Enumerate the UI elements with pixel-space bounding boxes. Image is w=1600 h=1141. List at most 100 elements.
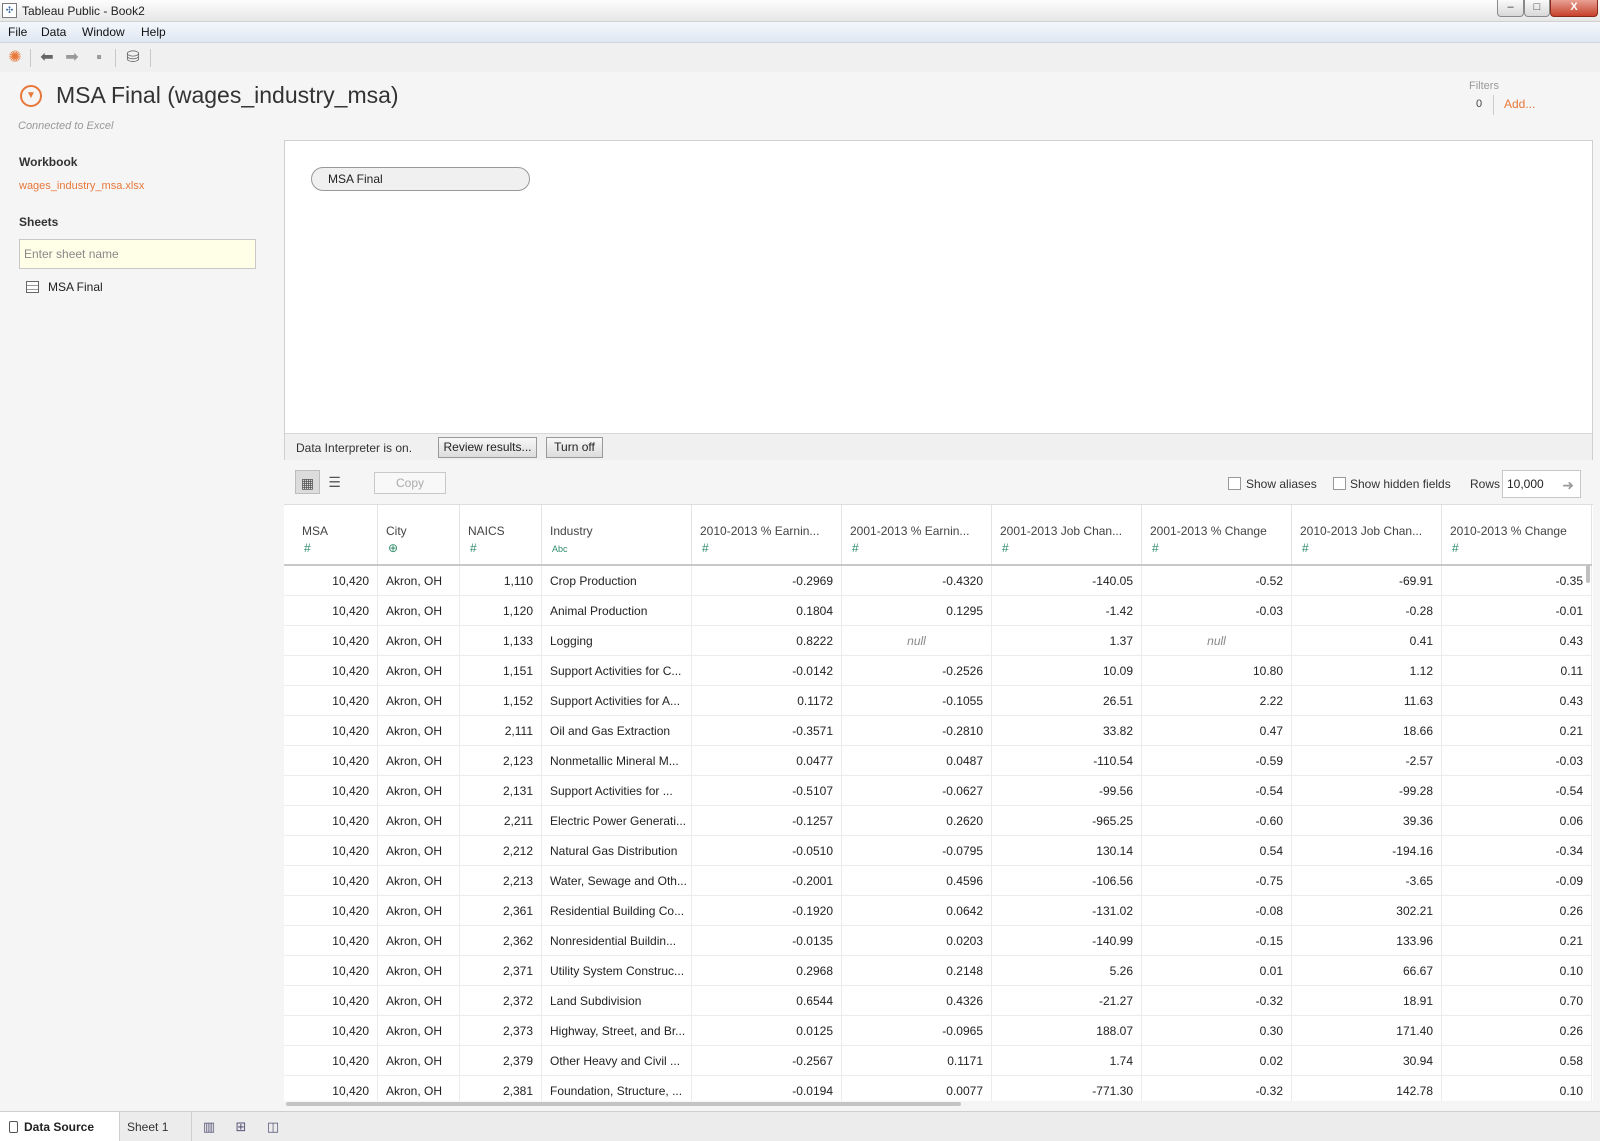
- vertical-scrollbar[interactable]: [1586, 565, 1590, 583]
- table-cell: 0.43: [1442, 626, 1592, 656]
- sheet-list-item[interactable]: MSA Final: [26, 278, 256, 298]
- show-hidden-fields-checkbox[interactable]: [1333, 477, 1346, 490]
- table-cell: 10,420: [294, 1076, 378, 1104]
- table-row[interactable]: 10,420 Akron, OH 2,361 Residential Building…: [284, 896, 1592, 926]
- new-worksheet-icon[interactable]: ▥: [200, 1119, 218, 1135]
- close-button[interactable]: X: [1550, 0, 1598, 17]
- column-header[interactable]: Industry Abc: [542, 505, 692, 564]
- number-type-icon[interactable]: #: [1002, 541, 1009, 555]
- table-row[interactable]: 10,420 Akron, OH 1,110 Crop Production -0.29…: [284, 566, 1592, 596]
- table-row[interactable]: 10,420 Akron, OH 2,381 Foundation, Structur…: [284, 1076, 1592, 1104]
- table-cell: 10,420: [294, 746, 378, 776]
- number-type-icon[interactable]: #: [852, 541, 859, 555]
- column-header[interactable]: 2010-2013 % Change #: [1442, 505, 1592, 564]
- review-results-button[interactable]: Review results...: [438, 437, 537, 458]
- datasource-title[interactable]: MSA Final (wages_industry_msa): [56, 82, 399, 109]
- column-header[interactable]: 2010-2013 % Earnin... #: [692, 505, 842, 564]
- new-story-icon[interactable]: ◫: [264, 1119, 282, 1135]
- table-row[interactable]: 10,420 Akron, OH 1,133 Logging 0.8222 null 1.3…: [284, 626, 1592, 656]
- table-row[interactable]: 10,420 Akron, OH 2,123 Nonmetallic Mineral …: [284, 746, 1592, 776]
- table-cell: 10,420: [294, 1046, 378, 1076]
- new-data-source-icon[interactable]: ⛁: [123, 48, 143, 68]
- table-row[interactable]: 10,420 Akron, OH 2,373 Highway, Street, and…: [284, 1016, 1592, 1046]
- show-aliases-checkbox[interactable]: [1228, 477, 1241, 490]
- table-row[interactable]: 10,420 Akron, OH 1,151 Support Activities f…: [284, 656, 1592, 686]
- forward-arrow-icon[interactable]: ➡: [62, 48, 82, 68]
- join-canvas[interactable]: MSA Final Data Interpreter is on. Review…: [284, 140, 1593, 460]
- table-cell: 10.80: [1142, 656, 1292, 686]
- column-header[interactable]: 2010-2013 Job Chan... #: [1292, 505, 1442, 564]
- tab-sheet-1[interactable]: Sheet 1: [120, 1112, 192, 1141]
- table-row[interactable]: 10,420 Akron, OH 2,213 Water, Sewage and Ot…: [284, 866, 1592, 896]
- number-type-icon[interactable]: #: [1152, 541, 1159, 555]
- tableau-logo-icon[interactable]: ✺: [5, 48, 25, 68]
- menu-window[interactable]: Window: [82, 25, 125, 39]
- rows-apply-arrow-icon[interactable]: ➜: [1562, 472, 1574, 498]
- back-arrow-icon[interactable]: ⬅: [37, 48, 57, 68]
- add-filter-link[interactable]: Add...: [1504, 97, 1535, 111]
- menu-data[interactable]: Data: [41, 25, 66, 39]
- table-row[interactable]: 10,420 Akron, OH 2,372 Land Subdivision 0.65…: [284, 986, 1592, 1016]
- table-row[interactable]: 10,420 Akron, OH 2,371 Utility System Const…: [284, 956, 1592, 986]
- column-header[interactable]: 2001-2013 % Change #: [1142, 505, 1292, 564]
- number-type-icon[interactable]: #: [1452, 541, 1459, 555]
- table-cell: 10,420: [294, 896, 378, 926]
- table-pill[interactable]: MSA Final: [311, 167, 530, 191]
- table-cell: -140.05: [992, 566, 1142, 596]
- table-cell: Akron, OH: [378, 656, 460, 686]
- column-header[interactable]: NAICS #: [460, 505, 542, 564]
- table-cell: Foundation, Structure, ...: [542, 1076, 692, 1104]
- table-row[interactable]: 10,420 Akron, OH 2,211 Electric Power Gener…: [284, 806, 1592, 836]
- column-header[interactable]: 2001-2013 Job Chan... #: [992, 505, 1142, 564]
- string-type-icon[interactable]: Abc: [552, 544, 568, 554]
- column-header[interactable]: MSA #: [294, 505, 378, 564]
- geographic-type-icon[interactable]: ⊕: [388, 541, 398, 555]
- turn-off-button[interactable]: Turn off: [546, 437, 603, 458]
- datasource-dropdown-icon[interactable]: ▼: [20, 85, 42, 107]
- table-cell: 10,420: [294, 776, 378, 806]
- maximize-button[interactable]: □: [1524, 0, 1550, 17]
- table-cell: 0.0487: [842, 746, 992, 776]
- number-type-icon[interactable]: #: [470, 541, 477, 555]
- window-title: Tableau Public - Book2: [22, 4, 145, 18]
- table-cell: 10,420: [294, 686, 378, 716]
- table-row[interactable]: 10,420 Akron, OH 2,111 Oil and Gas Extracti…: [284, 716, 1592, 746]
- number-type-icon[interactable]: #: [304, 541, 311, 555]
- menu-help[interactable]: Help: [141, 25, 166, 39]
- horizontal-scrollbar[interactable]: [284, 1101, 1593, 1107]
- table-row[interactable]: 10,420 Akron, OH 2,131 Support Activities f…: [284, 776, 1592, 806]
- interpreter-status: Data Interpreter is on.: [296, 441, 413, 455]
- tab-data-source[interactable]: Data Source: [0, 1112, 120, 1141]
- rows-input[interactable]: 10,000 ➜: [1502, 470, 1581, 498]
- number-type-icon[interactable]: #: [1302, 541, 1309, 555]
- horizontal-scrollbar-thumb[interactable]: [286, 1102, 961, 1106]
- table-cell: 0.21: [1442, 926, 1592, 956]
- list-view-icon[interactable]: ☰: [322, 470, 347, 494]
- table-cell: 10,420: [294, 806, 378, 836]
- table-row[interactable]: 10,420 Akron, OH 2,379 Other Heavy and Civi…: [284, 1046, 1592, 1076]
- table-row[interactable]: 10,420 Akron, OH 1,152 Support Activities f…: [284, 686, 1592, 716]
- table-cell: 10,420: [294, 866, 378, 896]
- table-cell: Akron, OH: [378, 746, 460, 776]
- table-cell: 33.82: [992, 716, 1142, 746]
- grid-view-icon[interactable]: ▦: [295, 470, 320, 494]
- number-type-icon[interactable]: #: [702, 541, 709, 555]
- workbook-file-link[interactable]: wages_industry_msa.xlsx: [19, 180, 144, 192]
- table-row[interactable]: 10,420 Akron, OH 1,120 Animal Production 0.1…: [284, 596, 1592, 626]
- minimize-button[interactable]: –: [1497, 0, 1524, 17]
- data-grid: MSA # City ⊕ NAICS # Industry Abc 2010-2013 % Ea…: [284, 504, 1593, 1104]
- table-row[interactable]: 10,420 Akron, OH 2,212 Natural Gas Distribu…: [284, 836, 1592, 866]
- table-cell: Akron, OH: [378, 686, 460, 716]
- save-icon[interactable]: ▪: [89, 48, 109, 68]
- table-row[interactable]: 10,420 Akron, OH 2,362 Nonresidential Build…: [284, 926, 1592, 956]
- sheet-search-input[interactable]: [19, 239, 256, 269]
- menu-file[interactable]: File: [8, 25, 27, 39]
- table-cell: Land Subdivision: [542, 986, 692, 1016]
- column-header[interactable]: 2001-2013 % Earnin... #: [842, 505, 992, 564]
- copy-button[interactable]: Copy: [374, 472, 446, 494]
- column-header[interactable]: City ⊕: [378, 505, 460, 564]
- column-header-name: 2010-2013 % Earnin...: [700, 524, 820, 538]
- new-dashboard-icon[interactable]: ⊞: [232, 1119, 250, 1135]
- table-cell: 1.12: [1292, 656, 1442, 686]
- table-cell: null: [1142, 626, 1292, 656]
